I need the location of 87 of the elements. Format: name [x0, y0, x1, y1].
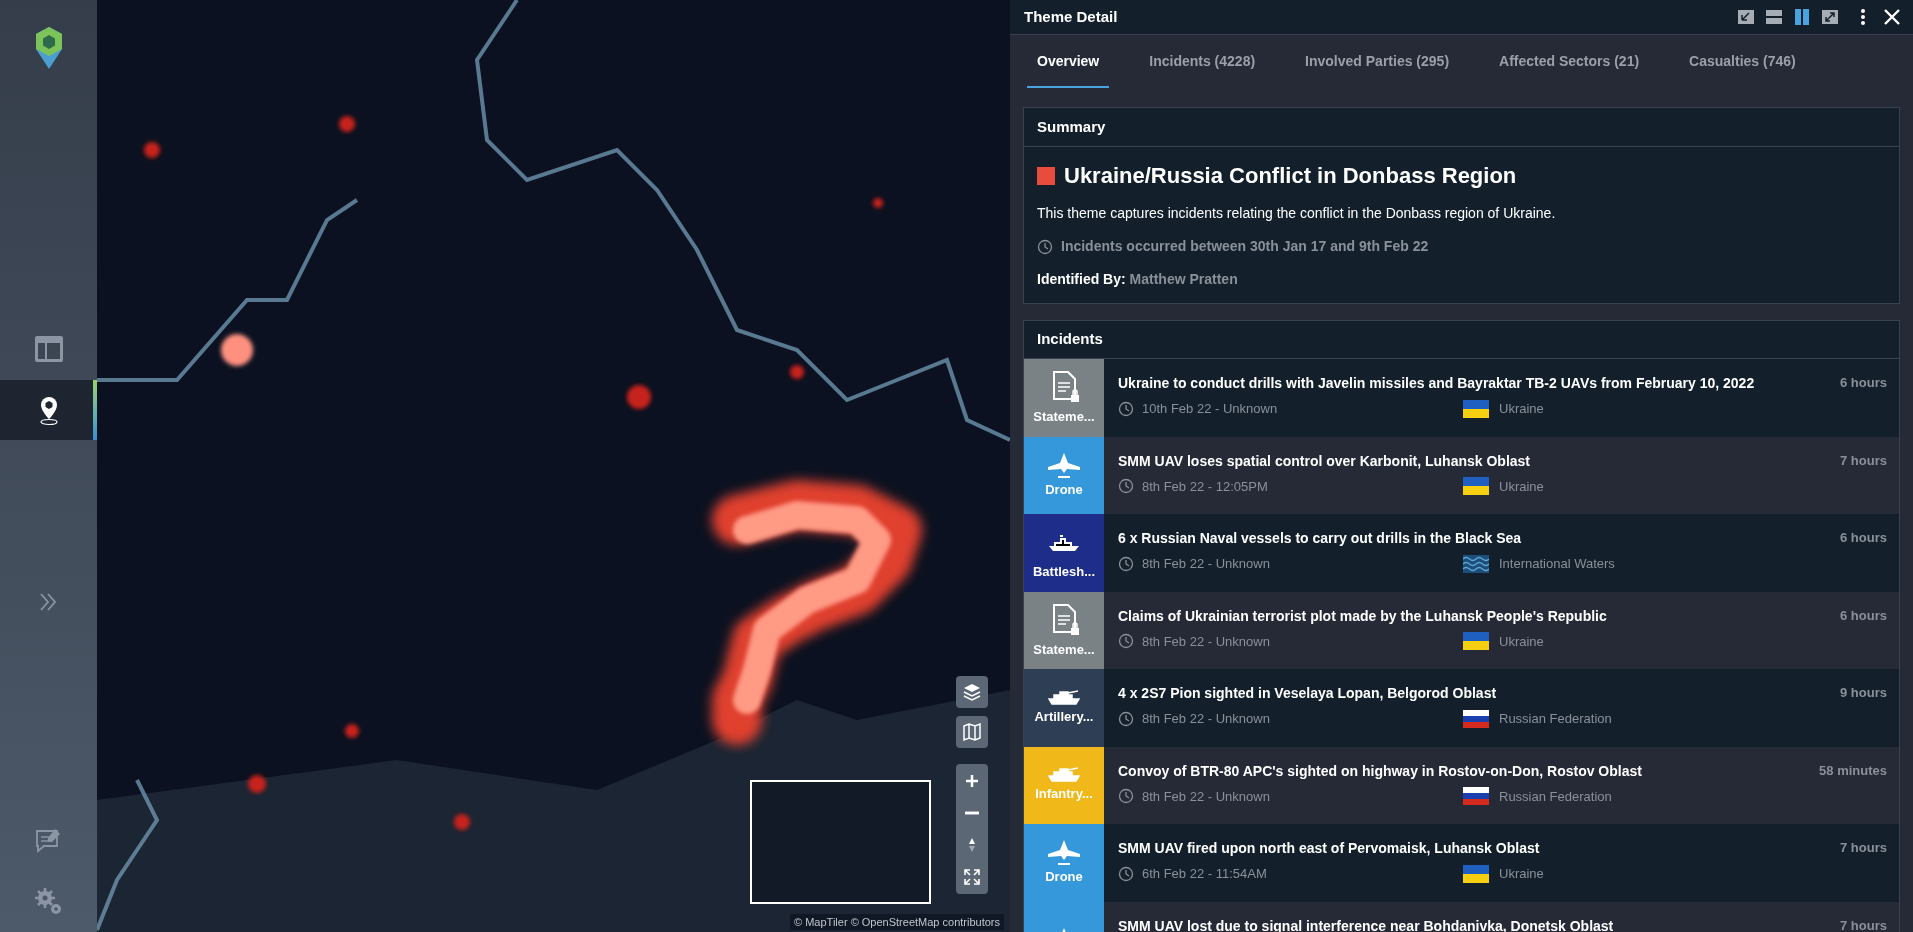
- clock-icon: [1118, 555, 1134, 572]
- clock-icon: [1118, 788, 1134, 805]
- theme-description: This theme captures incidents relating the conflict in the Donbass region of Ukraine.: [1037, 204, 1557, 223]
- heat-spot: [627, 385, 651, 409]
- date-range: Incidents occurred between 30th Jan 17 and 9th Feb 22: [1061, 237, 1429, 256]
- category-label: Artillery...: [1034, 707, 1094, 726]
- incident-country: International Waters: [1499, 555, 1615, 573]
- incident-date: 8th Feb 22 - Unknown: [1142, 632, 1270, 651]
- kebab-icon: [1861, 8, 1865, 26]
- incident-date: 8th Feb 22 - Unknown: [1142, 555, 1270, 573]
- sidebar-map-button[interactable]: [0, 380, 97, 440]
- incident-age: 58 minutes: [1818, 761, 1888, 780]
- tank-icon: [1048, 767, 1080, 782]
- clock-icon: [1118, 710, 1134, 727]
- incident-country: Ukraine: [1499, 477, 1544, 496]
- drone-icon: [1047, 839, 1081, 865]
- incident-age: 6 hours: [1839, 374, 1888, 392]
- incident-country: Ukraine: [1499, 400, 1544, 418]
- category-label: Drone: [1045, 868, 1083, 886]
- incident-row[interactable]: Stateme... Claims of Ukrainian terrorist plot made by the Luhansk People's Republic 8th Feb 22 - Unknown Ukraine 6 hours: [1024, 591, 1899, 669]
- incident-age: 9 hours: [1839, 684, 1888, 702]
- clock-icon: [1118, 478, 1134, 495]
- incident-age: 7 hours: [1839, 451, 1888, 470]
- category-label: Stateme...: [1033, 640, 1095, 659]
- heat-spot: [221, 334, 253, 366]
- heat-spot: [790, 365, 804, 379]
- category-label: Battlesh...: [1032, 563, 1096, 581]
- close-icon: [1883, 8, 1901, 26]
- theme-color-square: [1037, 166, 1055, 185]
- incident-date: 8th Feb 22 - 12:05PM: [1142, 477, 1268, 496]
- view-columns-icon: [1792, 7, 1812, 27]
- incident-country: Russian Federation: [1499, 787, 1612, 806]
- view-expand-icon: [1820, 7, 1840, 27]
- tank-icon: [1048, 689, 1080, 705]
- map-style-button[interactable]: [956, 716, 988, 748]
- card-heading: Summary: [1037, 116, 1106, 137]
- heat-spot: [248, 775, 266, 793]
- incident-title: 6 x Russian Naval vessels to carry out drills in the Black Sea: [1118, 529, 1523, 548]
- incident-age: 7 hours: [1839, 916, 1888, 932]
- zoom-out-icon: [965, 811, 979, 815]
- layers-icon: [962, 682, 982, 702]
- map-style-icon: [962, 722, 982, 742]
- heat-spot: [339, 116, 355, 132]
- tab[interactable]: Incidents (4228): [1139, 47, 1266, 88]
- fullscreen-icon: [962, 867, 982, 887]
- tab[interactable]: Overview: [1027, 47, 1110, 88]
- theme-title: Ukraine/Russia Conflict in Donbass Region: [1064, 162, 1517, 190]
- identified-by: Identified By: Matthew Pratten: [1037, 270, 1239, 289]
- incident-title: Convoy of BTR-80 APC's sighted on highway in Rostov-on-Don, Rostov Oblast: [1118, 761, 1643, 781]
- incident-country: Russian Federation: [1499, 710, 1612, 728]
- incident-title: Ukraine to conduct drills with Javelin missiles and Bayraktar TB-2 UAVs from February 10, 2022: [1118, 374, 1756, 393]
- tab[interactable]: Involved Parties (295): [1295, 47, 1460, 88]
- incident-date: 8th Feb 22 - Unknown: [1142, 787, 1270, 806]
- incident-date: 10th Feb 22 - Unknown: [1142, 400, 1278, 418]
- incident-age: 6 hours: [1839, 606, 1888, 625]
- tab[interactable]: Affected Sectors (21): [1489, 47, 1650, 88]
- incident-title: Claims of Ukrainian terrorist plot made by the Luhansk People's Republic: [1118, 606, 1608, 626]
- heat-spot: [454, 814, 470, 830]
- panel-title: Theme Detail: [1024, 6, 1118, 27]
- view-dock-icon: [1736, 7, 1756, 27]
- incident-title: SMM UAV loses spatial control over Karbonit, Luhansk Oblast: [1118, 451, 1532, 471]
- incident-date: 8th Feb 22 - Unknown: [1142, 710, 1270, 728]
- incident-row[interactable]: Drone SMM UAV loses spatial control over Karbonit, Luhansk Oblast 8th Feb 22 - 12:05PM Ukraine 7 hours: [1024, 436, 1899, 514]
- clock-icon: [1037, 238, 1053, 255]
- heat-spot: [345, 724, 359, 738]
- heat-spot: [873, 198, 883, 208]
- incident-title: 4 x 2S7 Pion sighted in Veselaya Lopan, Belgorod Oblast: [1118, 684, 1498, 703]
- tab[interactable]: Casualties (746): [1679, 47, 1806, 88]
- drone-icon: [1047, 451, 1081, 478]
- layers-button[interactable]: [956, 676, 988, 708]
- card-heading: Incidents: [1037, 329, 1103, 350]
- logo-icon: [33, 24, 64, 71]
- incident-date: 6th Feb 22 - 11:54AM: [1142, 865, 1267, 883]
- view-rows-icon: [1764, 7, 1784, 27]
- clock-icon: [1118, 633, 1134, 650]
- incident-row[interactable]: Infantry... Convoy of BTR-80 APC's sighted on highway in Rostov-on-Don, Rostov Oblast 8th Feb 22 - Unknown Russian Federation 58 minutes: [1024, 746, 1899, 824]
- category-label: Stateme...: [1033, 408, 1095, 426]
- incident-title: SMM UAV fired upon north east of Pervomaisk, Luhansk Oblast: [1118, 839, 1541, 858]
- category-label: Infantry...: [1035, 785, 1093, 803]
- incident-age: 7 hours: [1839, 839, 1888, 857]
- clock-icon: [1118, 865, 1134, 882]
- heat-spot: [144, 142, 160, 158]
- incident-country: Ukraine: [1499, 632, 1544, 651]
- clock-icon: [1118, 400, 1134, 417]
- incident-age: 6 hours: [1839, 529, 1888, 547]
- incident-country: Ukraine: [1499, 865, 1544, 883]
- category-label: Drone: [1045, 480, 1083, 499]
